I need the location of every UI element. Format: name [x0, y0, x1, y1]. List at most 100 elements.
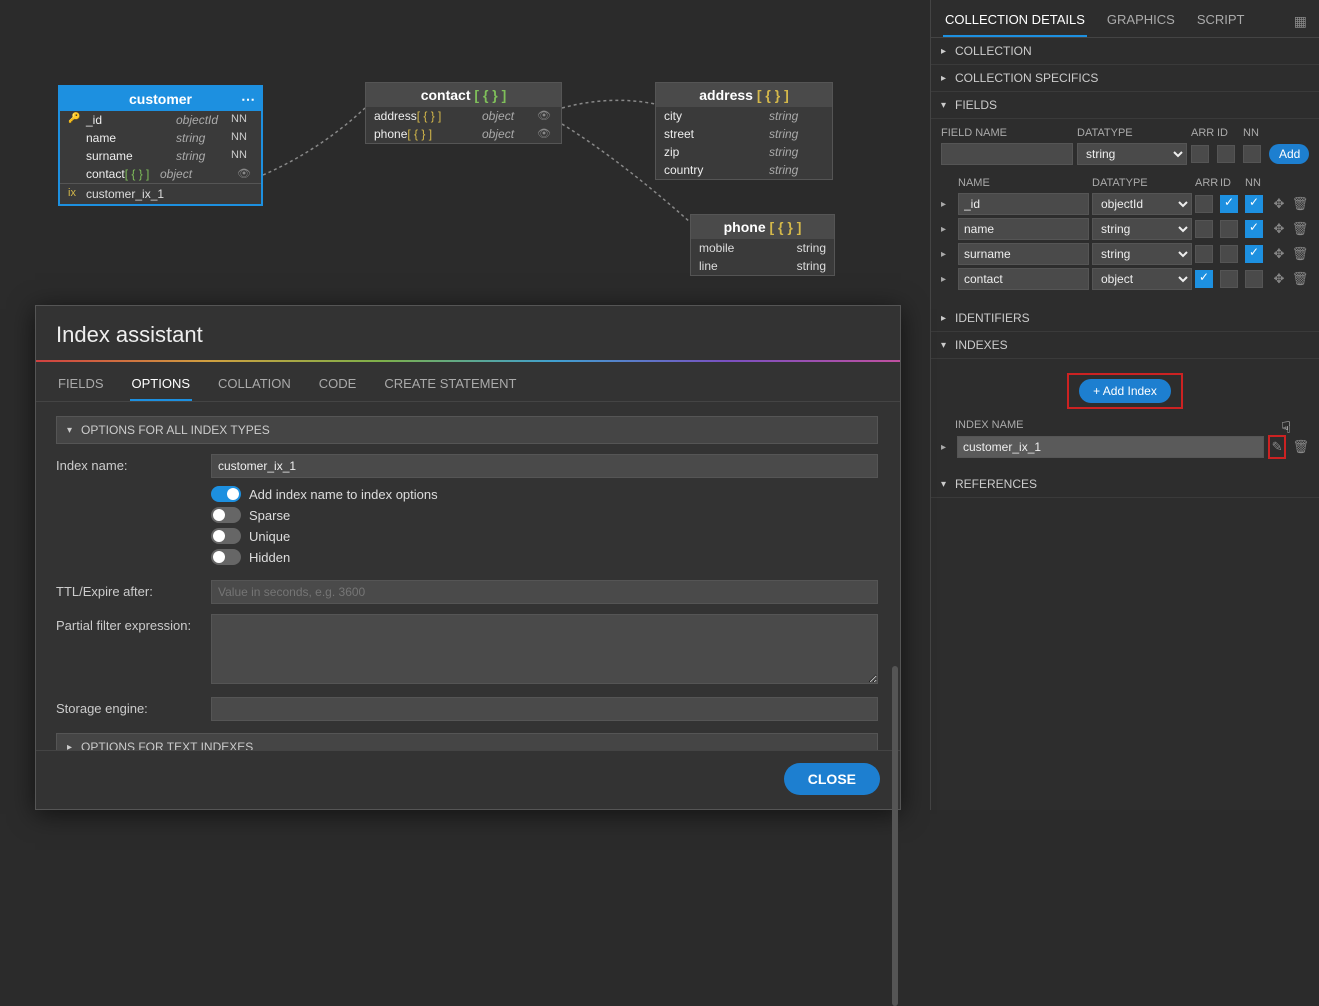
field-row[interactable]: name string NN: [60, 129, 261, 147]
field-nn-check[interactable]: [1245, 245, 1263, 263]
toggle-sparse[interactable]: [211, 507, 241, 523]
field-id-check[interactable]: [1220, 270, 1238, 288]
entity-address[interactable]: address [ { } ] citystring streetstring …: [655, 82, 833, 180]
field-row[interactable]: phone[ { } ] object 👁: [366, 125, 561, 143]
section-specifics[interactable]: ▸COLLECTION SPECIFICS: [931, 65, 1319, 92]
section-collection[interactable]: ▸COLLECTION: [931, 38, 1319, 65]
field-row[interactable]: contact[ { } ] object 👁: [60, 165, 261, 183]
field-arr-check[interactable]: [1195, 195, 1213, 213]
trash-icon[interactable]: 🗑: [1291, 196, 1309, 212]
accordion-text-indexes[interactable]: ▸OPTIONS FOR TEXT INDEXES: [56, 733, 878, 750]
field-id-check[interactable]: [1220, 195, 1238, 213]
field-row[interactable]: zipstring: [656, 143, 832, 161]
entity-header[interactable]: phone [ { } ]: [691, 215, 834, 239]
field-nn-check[interactable]: [1245, 195, 1263, 213]
eye-icon[interactable]: 👁: [537, 109, 553, 123]
field-arr-check[interactable]: [1195, 220, 1213, 238]
field-row[interactable]: surname string NN: [60, 147, 261, 165]
entity-header[interactable]: address [ { } ]: [656, 83, 832, 107]
new-field-name-input[interactable]: [941, 143, 1073, 165]
tab-graphics[interactable]: GRAPHICS: [1105, 6, 1177, 37]
edit-icon[interactable]: ✎: [1272, 439, 1283, 455]
eye-icon[interactable]: 👁: [537, 127, 553, 141]
trash-icon[interactable]: 🗑: [1291, 246, 1309, 262]
field-row[interactable]: citystring: [656, 107, 832, 125]
move-icon[interactable]: ✥: [1270, 221, 1288, 237]
move-icon[interactable]: ✥: [1270, 196, 1288, 212]
field-name-input[interactable]: [958, 268, 1089, 290]
field-name: contact[ { } ]: [86, 167, 160, 181]
tab-options[interactable]: OPTIONS: [130, 372, 193, 401]
entity-contact[interactable]: contact [ { } ] address[ { } ] object 👁 …: [365, 82, 562, 144]
entity-header[interactable]: customer ⋯: [60, 87, 261, 111]
chevron-right-icon[interactable]: ▸: [941, 199, 955, 210]
field-row[interactable]: mobilestring: [691, 239, 834, 257]
chevron-right-icon: ▸: [941, 313, 955, 324]
chevron-right-icon[interactable]: ▸: [941, 274, 955, 285]
new-field-id-check[interactable]: [1217, 145, 1235, 163]
field-name-input[interactable]: [958, 193, 1089, 215]
ttl-input[interactable]: [211, 580, 878, 604]
field-row[interactable]: linestring: [691, 257, 834, 275]
entity-header[interactable]: contact [ { } ]: [366, 83, 561, 107]
tab-fields[interactable]: FIELDS: [56, 372, 106, 401]
section-identifiers[interactable]: ▸IDENTIFIERS: [931, 305, 1319, 332]
section-references[interactable]: ▾REFERENCES: [931, 471, 1319, 498]
entity-phone[interactable]: phone [ { } ] mobilestring linestring: [690, 214, 835, 276]
field-type-select[interactable]: string: [1092, 243, 1192, 265]
field-arr-check[interactable]: [1195, 270, 1213, 288]
chevron-right-icon[interactable]: ▸: [941, 224, 955, 235]
storage-engine-input[interactable]: [211, 697, 878, 721]
move-icon[interactable]: ✥: [1270, 271, 1288, 287]
field-id-check[interactable]: [1220, 245, 1238, 263]
toggle-hidden[interactable]: [211, 549, 241, 565]
tab-script[interactable]: SCRIPT: [1195, 6, 1247, 37]
add-index-button[interactable]: + Add Index: [1079, 379, 1171, 403]
index-name-input[interactable]: [957, 436, 1264, 458]
new-field-type-select[interactable]: string: [1077, 143, 1187, 165]
field-type-select[interactable]: objectId: [1092, 193, 1192, 215]
tab-create-statement[interactable]: CREATE STATEMENT: [382, 372, 518, 401]
field-name: phone[ { } ]: [374, 127, 482, 141]
index-row[interactable]: ix customer_ix_1: [60, 184, 261, 204]
trash-icon[interactable]: 🗑: [1292, 439, 1309, 455]
field-row[interactable]: countrystring: [656, 161, 832, 179]
field-row[interactable]: address[ { } ] object 👁: [366, 107, 561, 125]
close-button[interactable]: CLOSE: [784, 763, 880, 795]
field-row[interactable]: streetstring: [656, 125, 832, 143]
section-fields[interactable]: ▾FIELDS: [931, 92, 1319, 119]
chevron-right-icon[interactable]: ▸: [941, 249, 955, 260]
entity-customer[interactable]: customer ⋯ 🔑 _id objectId NN name string…: [58, 85, 263, 206]
eye-icon[interactable]: 👁: [237, 167, 253, 181]
partial-filter-textarea[interactable]: [211, 614, 878, 684]
tab-collection-details[interactable]: COLLECTION DETAILS: [943, 6, 1087, 37]
add-field-button[interactable]: Add: [1269, 144, 1309, 164]
accordion-all-types[interactable]: ▾OPTIONS FOR ALL INDEX TYPES: [56, 416, 878, 444]
trash-icon[interactable]: 🗑: [1291, 221, 1309, 237]
toggle-add-name[interactable]: [211, 486, 241, 502]
toggle-unique[interactable]: [211, 528, 241, 544]
scrollbar[interactable]: [892, 666, 898, 1006]
field-name-input[interactable]: [958, 243, 1089, 265]
field-nn-check[interactable]: [1245, 220, 1263, 238]
field-row: ▸ string ✥🗑: [941, 243, 1309, 265]
index-name-input[interactable]: [211, 454, 878, 478]
tab-code[interactable]: CODE: [317, 372, 359, 401]
columns-icon[interactable]: ▦: [1294, 13, 1307, 30]
field-arr-check[interactable]: [1195, 245, 1213, 263]
new-field-nn-check[interactable]: [1243, 145, 1261, 163]
entity-menu-icon[interactable]: ⋯: [241, 91, 255, 108]
section-indexes[interactable]: ▾INDEXES: [931, 332, 1319, 359]
field-nn-check[interactable]: [1245, 270, 1263, 288]
new-field-arr-check[interactable]: [1191, 145, 1209, 163]
field-type-select[interactable]: string: [1092, 218, 1192, 240]
tab-collation[interactable]: COLLATION: [216, 372, 293, 401]
move-icon[interactable]: ✥: [1270, 246, 1288, 262]
chevron-right-icon[interactable]: ▸: [941, 442, 953, 453]
field-id-check[interactable]: [1220, 220, 1238, 238]
field-name-input[interactable]: [958, 218, 1089, 240]
trash-icon[interactable]: 🗑: [1291, 271, 1309, 287]
field-type-select[interactable]: object: [1092, 268, 1192, 290]
field-row[interactable]: 🔑 _id objectId NN: [60, 111, 261, 129]
field-nn: NN: [231, 149, 253, 163]
